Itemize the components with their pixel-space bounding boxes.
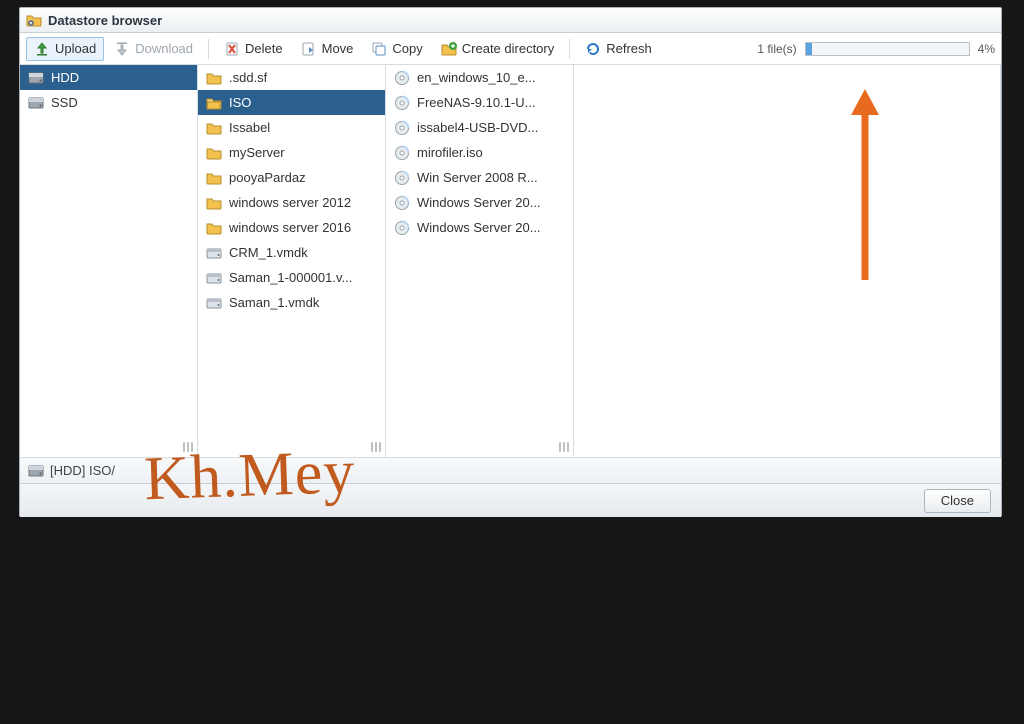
- upload-button[interactable]: Upload: [26, 37, 104, 61]
- list-item[interactable]: windows server 2012: [198, 190, 385, 215]
- disk-icon: [28, 463, 44, 479]
- toolbar: Upload Download Delete Move Copy Create …: [20, 33, 1001, 65]
- list-item[interactable]: FreeNAS-9.10.1-U...: [386, 90, 573, 115]
- create-directory-button[interactable]: Create directory: [433, 37, 562, 61]
- column-iso[interactable]: en_windows_10_e... FreeNAS-9.10.1-U... iss…: [386, 65, 574, 457]
- delete-icon: [224, 41, 240, 57]
- upload-percent: 4%: [978, 42, 995, 56]
- folder-icon: [206, 195, 222, 211]
- vmdk-icon: [206, 270, 222, 286]
- vmdk-icon: [206, 245, 222, 261]
- item-label: SSD: [51, 95, 189, 110]
- datastore-browser-window: Datastore browser Upload Download Delete…: [19, 7, 1002, 517]
- list-item[interactable]: SSD: [20, 90, 197, 115]
- item-label: Saman_1.vmdk: [229, 295, 377, 310]
- titlebar: Datastore browser: [20, 8, 1001, 33]
- folder-icon: [206, 120, 222, 136]
- toolbar-divider: [208, 39, 209, 59]
- upload-progress-bar: [805, 42, 970, 56]
- list-item[interactable]: CRM_1.vmdk: [198, 240, 385, 265]
- column-resize-grip[interactable]: [557, 440, 571, 454]
- list-item[interactable]: Saman_1.vmdk: [198, 290, 385, 315]
- list-item[interactable]: myServer: [198, 140, 385, 165]
- list-item[interactable]: Issabel: [198, 115, 385, 140]
- window-title: Datastore browser: [48, 13, 162, 28]
- item-label: Windows Server 20...: [417, 195, 565, 210]
- upload-progress-fill: [806, 43, 813, 55]
- item-label: windows server 2012: [229, 195, 377, 210]
- item-label: ISO: [229, 95, 377, 110]
- list-item[interactable]: windows server 2016: [198, 215, 385, 240]
- item-label: issabel4-USB-DVD...: [417, 120, 565, 135]
- vmdk-icon: [206, 295, 222, 311]
- path-bar: [HDD] ISO/: [20, 457, 1001, 483]
- iso-icon: [394, 120, 410, 136]
- footer: Close: [20, 483, 1001, 517]
- copy-button[interactable]: Copy: [363, 37, 430, 61]
- toolbar-divider: [569, 39, 570, 59]
- disk-icon: [28, 70, 44, 86]
- download-button[interactable]: Download: [106, 37, 201, 61]
- move-button[interactable]: Move: [293, 37, 362, 61]
- list-item[interactable]: mirofiler.iso: [386, 140, 573, 165]
- list-item[interactable]: .sdd.sf: [198, 65, 385, 90]
- close-button[interactable]: Close: [924, 489, 991, 513]
- item-label: HDD: [51, 70, 189, 85]
- create-directory-icon: [441, 41, 457, 57]
- folder-icon: [206, 220, 222, 236]
- list-item[interactable]: Saman_1-000001.v...: [198, 265, 385, 290]
- upload-status: 1 file(s) 4%: [757, 42, 995, 56]
- item-label: FreeNAS-9.10.1-U...: [417, 95, 565, 110]
- item-label: Windows Server 20...: [417, 220, 565, 235]
- refresh-icon: [585, 41, 601, 57]
- copy-icon: [371, 41, 387, 57]
- upload-file-count: 1 file(s): [757, 42, 796, 56]
- columns: HDD SSD .sdd.sf ISO Issabel myServer pooyaPar…: [20, 65, 1001, 457]
- list-item[interactable]: Windows Server 20...: [386, 215, 573, 240]
- folder-icon: [206, 145, 222, 161]
- list-item[interactable]: Win Server 2008 R...: [386, 165, 573, 190]
- list-item[interactable]: HDD: [20, 65, 197, 90]
- column-resize-grip[interactable]: [369, 440, 383, 454]
- delete-button[interactable]: Delete: [216, 37, 291, 61]
- iso-icon: [394, 70, 410, 86]
- move-icon: [301, 41, 317, 57]
- iso-icon: [394, 195, 410, 211]
- iso-icon: [394, 145, 410, 161]
- folder-icon: [206, 170, 222, 186]
- iso-icon: [394, 220, 410, 236]
- folder-icon: [206, 70, 222, 86]
- path-text: [HDD] ISO/: [50, 463, 115, 478]
- item-label: Saman_1-000001.v...: [229, 270, 377, 285]
- column-hdd[interactable]: .sdd.sf ISO Issabel myServer pooyaPardaz wind…: [198, 65, 386, 457]
- item-label: Win Server 2008 R...: [417, 170, 565, 185]
- column-resize-grip[interactable]: [181, 440, 195, 454]
- item-label: pooyaPardaz: [229, 170, 377, 185]
- list-item[interactable]: issabel4-USB-DVD...: [386, 115, 573, 140]
- upload-icon: [34, 41, 50, 57]
- list-item[interactable]: pooyaPardaz: [198, 165, 385, 190]
- column-roots[interactable]: HDD SSD: [20, 65, 198, 457]
- item-label: .sdd.sf: [229, 70, 377, 85]
- item-label: CRM_1.vmdk: [229, 245, 377, 260]
- iso-icon: [394, 170, 410, 186]
- iso-icon: [394, 95, 410, 111]
- column-empty[interactable]: [574, 65, 1001, 457]
- folder-icon: [206, 95, 222, 111]
- item-label: windows server 2016: [229, 220, 377, 235]
- item-label: en_windows_10_e...: [417, 70, 565, 85]
- refresh-button[interactable]: Refresh: [577, 37, 660, 61]
- download-icon: [114, 41, 130, 57]
- list-item[interactable]: ISO: [198, 90, 385, 115]
- datastore-browser-icon: [26, 12, 42, 28]
- list-item[interactable]: en_windows_10_e...: [386, 65, 573, 90]
- list-item[interactable]: Windows Server 20...: [386, 190, 573, 215]
- item-label: mirofiler.iso: [417, 145, 565, 160]
- disk-icon: [28, 95, 44, 111]
- item-label: Issabel: [229, 120, 377, 135]
- item-label: myServer: [229, 145, 377, 160]
